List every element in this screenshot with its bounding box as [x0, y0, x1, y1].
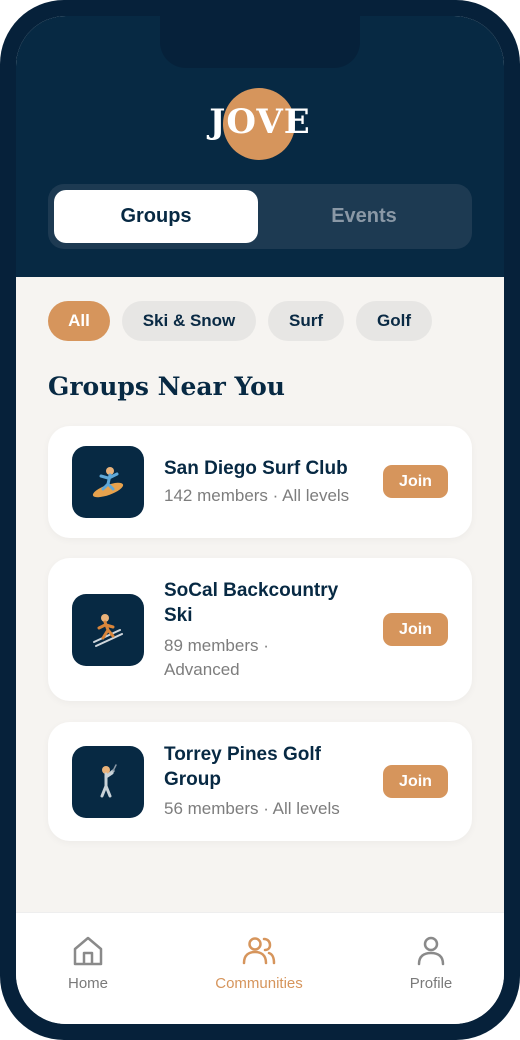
surfer-icon — [72, 446, 144, 518]
join-button[interactable]: Join — [383, 465, 448, 498]
home-icon — [73, 936, 103, 966]
device-notch — [160, 16, 360, 68]
filter-chip-golf[interactable]: Golf — [356, 301, 432, 341]
filter-chip-all[interactable]: All — [48, 301, 110, 341]
group-card[interactable]: Torrey Pines Golf Group 56 members · All… — [48, 722, 472, 841]
group-meta: 89 members · Advanced — [164, 636, 269, 679]
phone-frame: JOVE Groups Events All Ski & Snow Surf G… — [0, 0, 520, 1040]
tab-groups[interactable]: Groups — [54, 190, 258, 243]
skier-icon — [72, 594, 144, 666]
group-card[interactable]: San Diego Surf Club 142 members · All le… — [48, 426, 472, 538]
group-name: SoCal Backcountry Ski — [164, 580, 339, 626]
section-title: Groups Near You — [48, 372, 285, 401]
group-name: San Diego Surf Club — [164, 458, 348, 479]
segmented-control: Groups Events — [48, 184, 472, 249]
app-logo: JOVE — [209, 102, 311, 142]
group-name: Torrey Pines Golf Group — [164, 744, 321, 790]
tab-communities[interactable]: Communities — [189, 913, 329, 1024]
join-button[interactable]: Join — [383, 613, 448, 646]
filter-chip-ski-snow[interactable]: Ski & Snow — [122, 301, 256, 341]
users-icon — [242, 937, 276, 965]
tab-profile-label: Profile — [409, 975, 453, 992]
group-card[interactable]: SoCal Backcountry Ski 89 members · Advan… — [48, 558, 472, 701]
app-screen: JOVE Groups Events All Ski & Snow Surf G… — [16, 16, 504, 1024]
tab-events[interactable]: Events — [262, 190, 466, 243]
filter-chip-surf[interactable]: Surf — [268, 301, 344, 341]
golfer-icon — [72, 746, 144, 818]
tab-profile[interactable]: Profile — [361, 913, 501, 1024]
group-meta: 56 members · All levels — [164, 799, 340, 818]
tab-home-label: Home — [67, 975, 108, 992]
join-button[interactable]: Join — [383, 765, 448, 798]
tab-communities-label: Communities — [215, 975, 303, 992]
bottom-tab-bar: Home Communities Profile — [16, 912, 504, 1024]
tab-home[interactable]: Home — [18, 913, 158, 1024]
group-meta: 142 members · All levels — [164, 486, 350, 505]
user-icon — [417, 936, 445, 966]
